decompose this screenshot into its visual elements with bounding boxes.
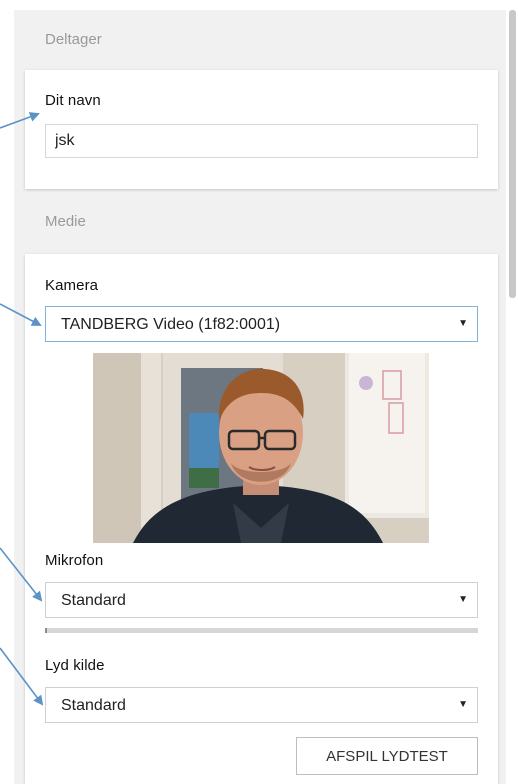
arrow-to-camera-select — [0, 303, 42, 326]
arrow-to-audio-source-select — [0, 647, 44, 706]
arrow-to-microphone-select — [0, 547, 43, 602]
annotation-arrows — [0, 112, 44, 706]
arrow-to-name-input — [0, 112, 40, 129]
